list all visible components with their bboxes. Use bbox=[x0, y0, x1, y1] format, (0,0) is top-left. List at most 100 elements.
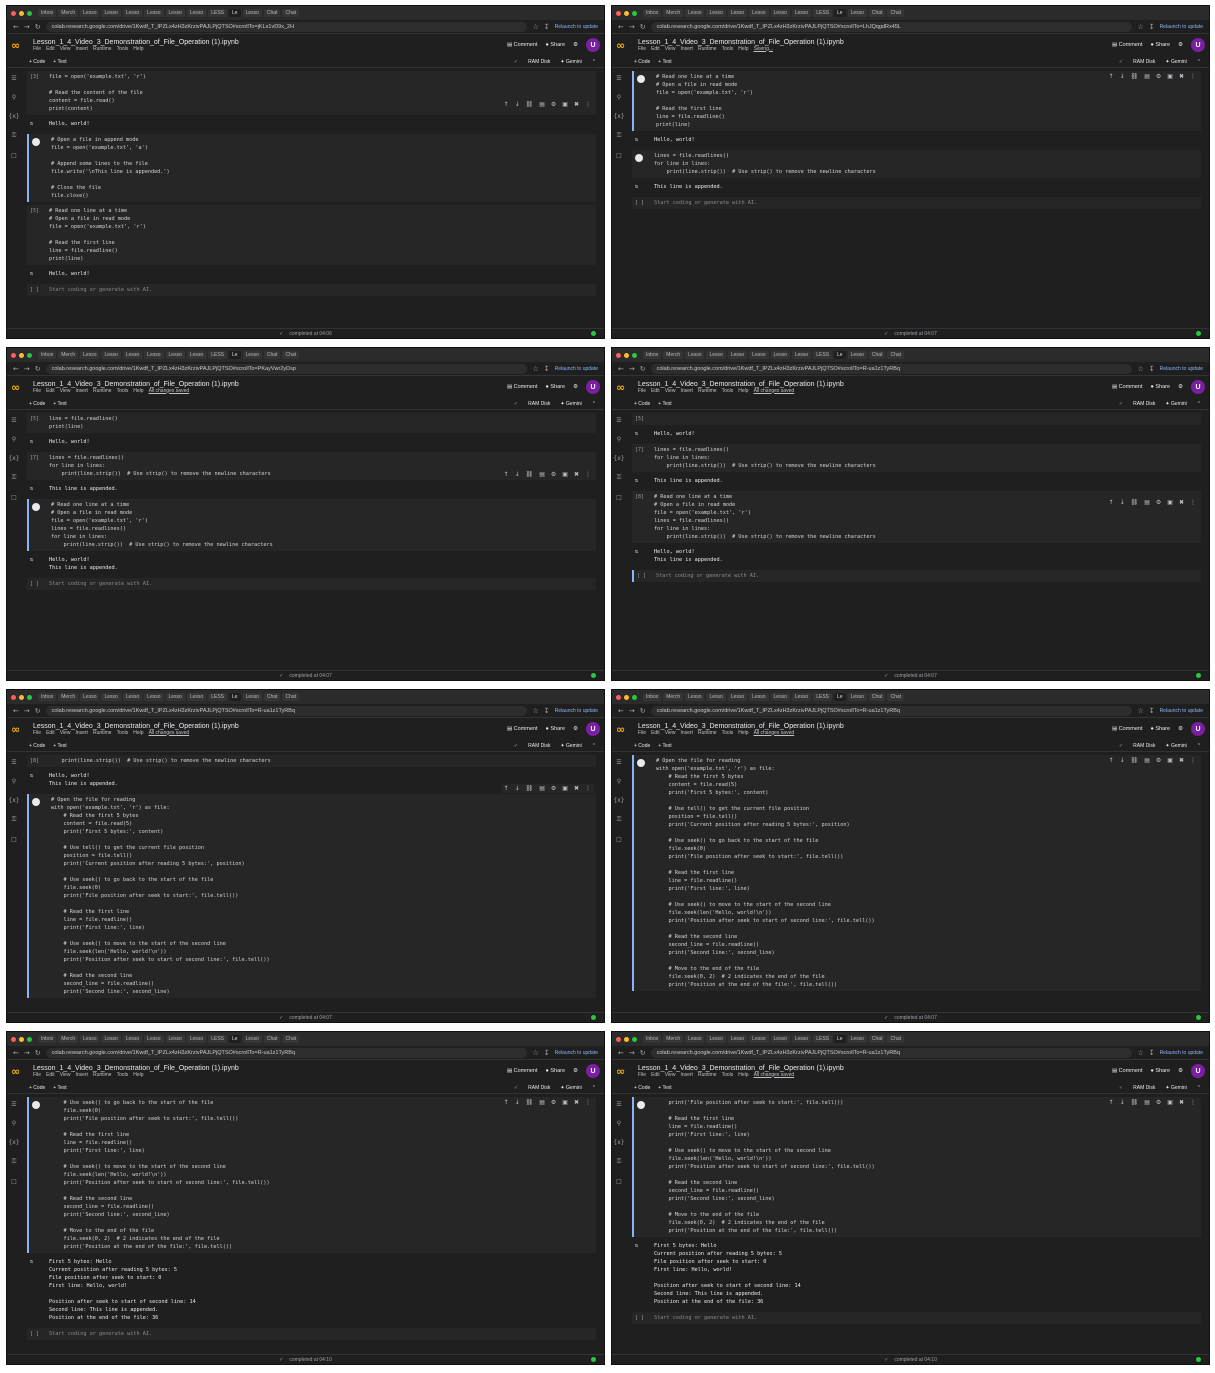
menu-item[interactable]: Help bbox=[133, 730, 143, 736]
close-window-icon[interactable] bbox=[616, 1036, 621, 1042]
browser-tab[interactable]: Chat bbox=[263, 1035, 281, 1043]
add-text-button[interactable]: + Text bbox=[53, 743, 66, 749]
avatar[interactable]: U bbox=[1191, 380, 1205, 394]
menu-item[interactable]: Tools bbox=[117, 388, 129, 394]
avatar[interactable]: U bbox=[1191, 38, 1205, 52]
maximize-window-icon[interactable] bbox=[27, 694, 32, 700]
add-code-button[interactable]: + Code bbox=[634, 59, 650, 65]
move-down-icon[interactable]: ↓ bbox=[515, 1099, 520, 1106]
notebook-title[interactable]: Lesson_1_4_Video_3_Demonstration_of_File… bbox=[638, 723, 844, 730]
close-window-icon[interactable] bbox=[616, 694, 621, 700]
browser-tab[interactable]: Lesso bbox=[685, 351, 705, 359]
notebook-title[interactable]: Lesson_1_4_Video_3_Demonstration_of_File… bbox=[638, 1065, 844, 1072]
comment-button[interactable]: ▤ Comment bbox=[507, 1068, 538, 1074]
relaunch-button[interactable]: Relaunch to update bbox=[555, 1050, 598, 1056]
menu-item[interactable]: Tools bbox=[722, 388, 734, 394]
toc-icon[interactable]: ☰ bbox=[616, 75, 621, 82]
menu-item[interactable]: File bbox=[638, 388, 646, 394]
secrets-key-icon[interactable]: ⚿ bbox=[617, 474, 622, 482]
code-editor[interactable]: # Open a file in append mode file = open… bbox=[51, 134, 596, 202]
forward-icon[interactable]: → bbox=[629, 365, 635, 373]
output-toggle-icon[interactable]: ↹ bbox=[632, 134, 654, 146]
url-field[interactable]: colab.research.google.com/drive/1Kwdf_T_… bbox=[650, 705, 1133, 716]
empty-cell-prompt[interactable]: Start coding or generate with AI. bbox=[654, 1312, 1201, 1324]
colab-logo-icon[interactable]: ∞ bbox=[616, 723, 634, 736]
mirror-cell-icon[interactable]: ▣ bbox=[562, 471, 568, 478]
code-editor[interactable]: lines = file.readlines() for line in lin… bbox=[654, 444, 1201, 472]
code-cell[interactable]: print('File position after seek to start… bbox=[632, 1097, 1201, 1237]
move-up-icon[interactable]: ↑ bbox=[504, 1099, 509, 1106]
browser-tab[interactable]: Lesso bbox=[791, 1035, 812, 1043]
browser-tab[interactable]: Lesso bbox=[101, 693, 121, 701]
add-code-button[interactable]: + Code bbox=[29, 743, 45, 749]
variables-icon[interactable]: {x} bbox=[613, 455, 624, 462]
browser-tab[interactable]: Le bbox=[229, 1035, 241, 1043]
empty-cell[interactable]: [ ] Start coding or generate with AI. bbox=[632, 197, 1201, 209]
gemini-button[interactable]: ✦ Gemini bbox=[1165, 743, 1186, 749]
run-cell-icon[interactable] bbox=[637, 759, 645, 767]
close-window-icon[interactable] bbox=[11, 10, 16, 16]
menu-item[interactable]: Tools bbox=[722, 1072, 734, 1078]
add-code-button[interactable]: + Code bbox=[634, 401, 650, 407]
browser-tab[interactable]: Lesso bbox=[186, 351, 207, 359]
browser-tab[interactable]: Merch bbox=[663, 351, 684, 359]
output-toggle-icon[interactable]: ↹ bbox=[632, 1240, 654, 1308]
browser-tab[interactable]: Inbox bbox=[38, 9, 57, 17]
menu-item[interactable]: Runtime bbox=[698, 46, 717, 52]
empty-cell-prompt[interactable]: Start coding or generate with AI. bbox=[656, 570, 1201, 582]
output-toggle-icon[interactable]: ↹ bbox=[27, 436, 49, 448]
more-options-icon[interactable]: ⋮ bbox=[1190, 757, 1196, 764]
browser-tab[interactable]: LESS bbox=[208, 1035, 227, 1043]
colab-logo-icon[interactable]: ∞ bbox=[616, 1065, 634, 1078]
browser-tab[interactable]: Merch bbox=[663, 1035, 684, 1043]
browser-tab[interactable]: Le bbox=[834, 693, 846, 701]
avatar[interactable]: U bbox=[1191, 1064, 1205, 1078]
browser-tab[interactable]: Lesso bbox=[749, 693, 769, 701]
maximize-window-icon[interactable] bbox=[632, 352, 637, 358]
toc-icon[interactable]: ☰ bbox=[616, 759, 621, 766]
gemini-button[interactable]: ✦ Gemini bbox=[560, 401, 581, 407]
browser-tab[interactable]: Merch bbox=[663, 9, 684, 17]
code-cell[interactable]: lines = file.readlines() for line in lin… bbox=[632, 150, 1201, 178]
move-up-icon[interactable]: ↑ bbox=[504, 101, 509, 108]
browser-tab[interactable]: LESS bbox=[208, 693, 227, 701]
variables-icon[interactable]: {x} bbox=[8, 113, 19, 120]
notebook-title[interactable]: Lesson_1_4_Video_3_Demonstration_of_File… bbox=[33, 723, 239, 730]
output-toggle-icon[interactable]: ↹ bbox=[632, 428, 654, 440]
browser-tab[interactable]: Lesso bbox=[144, 1035, 164, 1043]
code-editor[interactable]: lines = file.readlines() for line in lin… bbox=[654, 150, 1201, 178]
output-toggle-icon[interactable]: ↹ bbox=[632, 546, 654, 566]
browser-tab[interactable]: Chat bbox=[282, 351, 300, 359]
more-options-icon[interactable]: ⋮ bbox=[1190, 499, 1196, 506]
bookmark-star-icon[interactable]: ☆ bbox=[532, 707, 538, 715]
mirror-cell-icon[interactable]: ▣ bbox=[1167, 757, 1173, 764]
cell-settings-icon[interactable]: ⚙ bbox=[1156, 73, 1161, 80]
output-toggle-icon[interactable]: ↹ bbox=[27, 554, 49, 574]
files-folder-icon[interactable]: □ bbox=[616, 152, 622, 159]
url-field[interactable]: colab.research.google.com/drive/1Kwdf_T_… bbox=[650, 21, 1133, 32]
share-button[interactable]: ● Share bbox=[1151, 1068, 1171, 1074]
add-text-button[interactable]: + Text bbox=[53, 1085, 66, 1091]
menu-item[interactable]: Help bbox=[738, 46, 748, 52]
comment-button[interactable]: ▤ Comment bbox=[507, 726, 538, 732]
menu-item[interactable]: View bbox=[665, 730, 676, 736]
menu-item[interactable]: Tools bbox=[117, 46, 129, 52]
move-up-icon[interactable]: ↑ bbox=[504, 471, 509, 478]
menu-item[interactable]: Edit bbox=[651, 388, 660, 394]
run-cell-icon[interactable] bbox=[32, 138, 40, 146]
code-cell[interactable]: # Open the file for reading with open('e… bbox=[632, 755, 1201, 991]
search-icon[interactable]: ⚲ bbox=[12, 778, 16, 785]
browser-tab[interactable]: Lesso bbox=[770, 1035, 790, 1043]
move-down-icon[interactable]: ↓ bbox=[515, 101, 520, 108]
comment-icon[interactable]: ▤ bbox=[539, 1099, 545, 1106]
secrets-key-icon[interactable]: ⚿ bbox=[617, 816, 622, 824]
chevron-up-icon[interactable]: ⌃ bbox=[592, 401, 596, 407]
maximize-window-icon[interactable] bbox=[632, 10, 637, 16]
code-cell[interactable]: # Open a file in append mode file = open… bbox=[27, 134, 596, 202]
settings-gear-icon[interactable]: ⚙ bbox=[573, 1068, 578, 1074]
empty-cell-prompt[interactable]: Start coding or generate with AI. bbox=[49, 1328, 596, 1340]
minimize-window-icon[interactable] bbox=[19, 694, 24, 700]
relaunch-button[interactable]: Relaunch to update bbox=[555, 366, 598, 372]
reload-icon[interactable]: ↻ bbox=[640, 365, 646, 373]
reload-icon[interactable]: ↻ bbox=[35, 365, 41, 373]
